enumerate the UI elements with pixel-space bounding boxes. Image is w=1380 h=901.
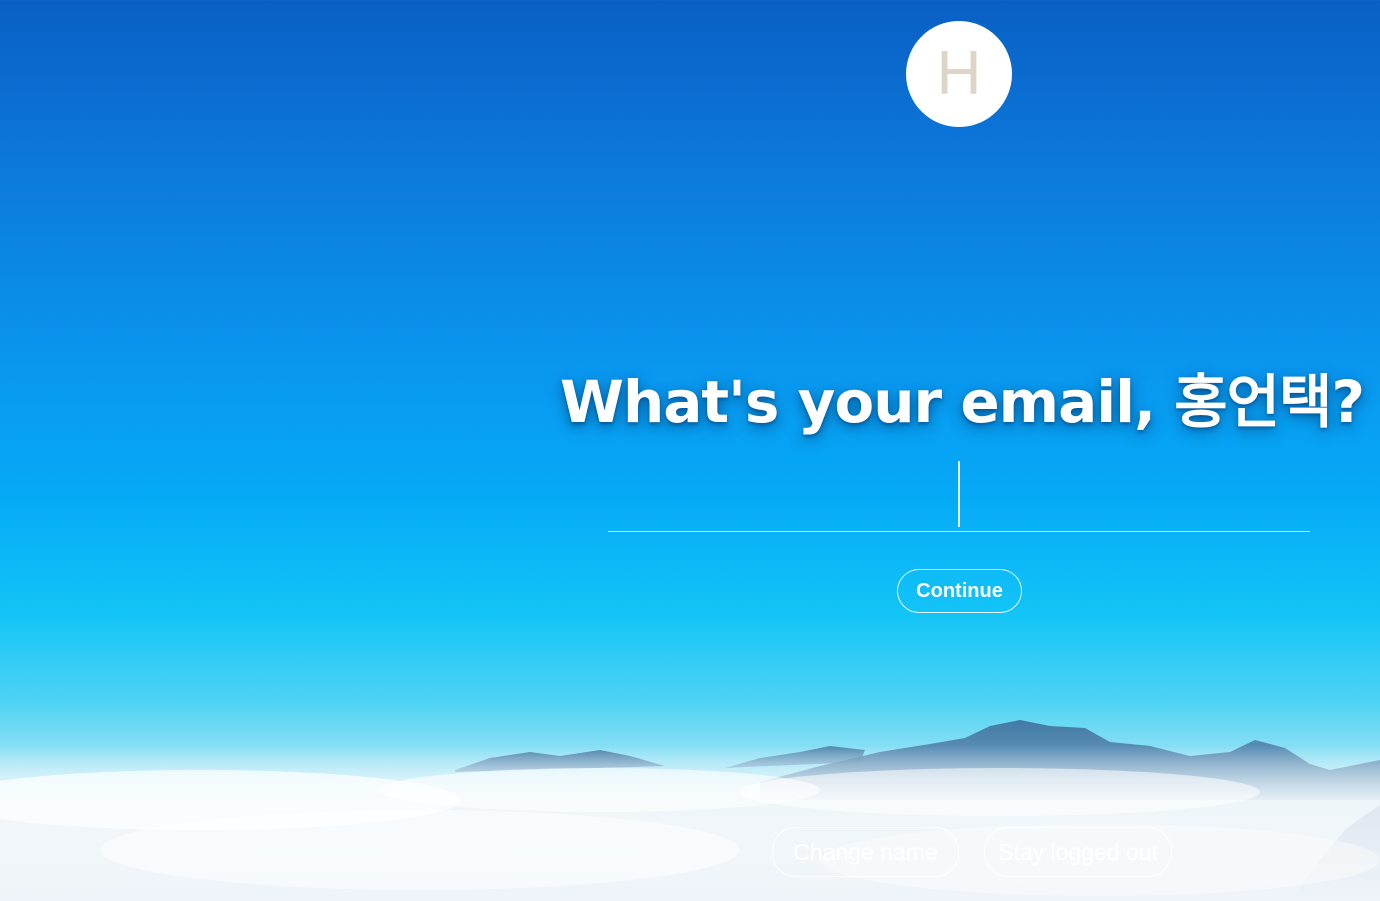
background-scene [0,0,1380,901]
continue-button[interactable]: Continue [897,569,1022,613]
mountain-cloud-landscape [0,720,1380,901]
stay-logged-out-button[interactable]: Stay logged out [984,827,1172,877]
avatar: H [906,21,1012,127]
avatar-initial: H [936,39,982,108]
change-name-button[interactable]: Change name [772,827,959,877]
email-prompt-title: What's your email, 홍언택? [560,368,1365,436]
text-caret [958,461,960,527]
